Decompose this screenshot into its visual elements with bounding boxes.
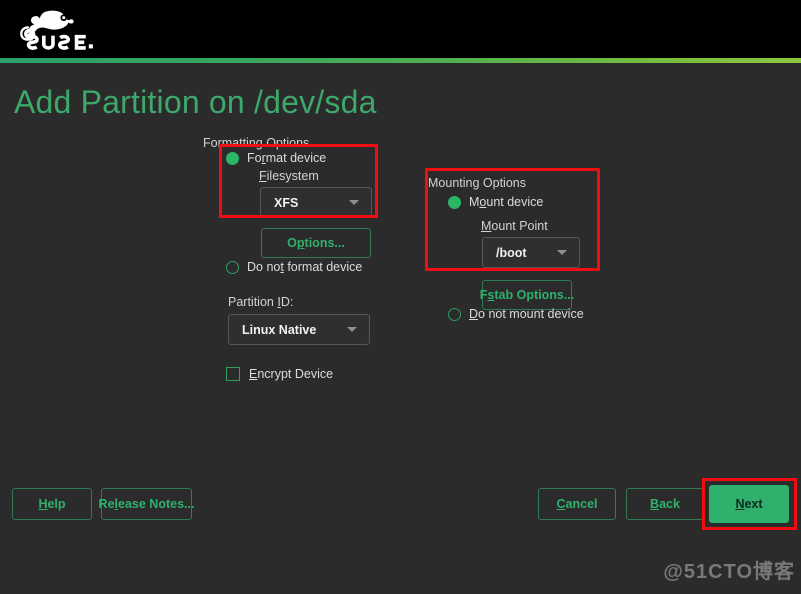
encrypt-device-checkbox[interactable]: Encrypt Device xyxy=(226,367,333,381)
mount-point-combobox[interactable]: /boot xyxy=(482,237,580,268)
title-area: Add Partition on /dev/sda xyxy=(0,63,801,135)
footer-button-bar: Help Re l ease Notes... Cancel Back Next xyxy=(0,478,801,594)
filesystem-label: Filesystem xyxy=(259,169,319,183)
chevron-down-icon xyxy=(349,200,359,205)
radio-mount-device[interactable]: Mount device xyxy=(448,195,543,209)
back-button[interactable]: Back xyxy=(626,488,704,520)
partition-id-combobox[interactable]: Linux Native xyxy=(228,314,370,345)
radio-mount-device-label: Mount device xyxy=(469,195,544,209)
filesystem-value: XFS xyxy=(274,195,299,210)
app-header xyxy=(0,0,801,58)
help-button[interactable]: Help xyxy=(12,488,92,520)
radio-do-not-format-device-label: Do not format device xyxy=(247,260,363,274)
chevron-down-icon xyxy=(347,327,357,332)
radio-do-not-mount-device-indicator xyxy=(448,307,461,321)
fstab-options-button[interactable]: Fs tab Options... xyxy=(480,280,574,310)
encrypt-device-checkbox-indicator xyxy=(226,367,240,381)
partition-id-value: Linux Native xyxy=(242,322,317,337)
radio-do-not-format-device-indicator xyxy=(226,260,239,274)
radio-do-not-format-device[interactable]: Do not format device xyxy=(226,260,362,274)
filesystem-combobox[interactable]: XFS xyxy=(260,187,372,218)
radio-format-device-label: Format device xyxy=(247,151,327,165)
radio-mount-device-indicator xyxy=(448,195,461,209)
formatting-options-group-label: Formatting Options xyxy=(203,136,310,150)
chevron-down-icon xyxy=(557,250,567,255)
page-title: Add Partition on /dev/sda xyxy=(14,84,377,120)
encrypt-device-label: Encrypt Device xyxy=(249,367,334,381)
suse-logo xyxy=(12,8,94,52)
radio-format-device-indicator xyxy=(226,151,239,165)
main-content: Formatting Options Format device Filesys… xyxy=(0,135,801,539)
format-options-button[interactable]: Op tions... xyxy=(261,228,371,258)
radio-do-not-mount-device-label: Do not mount device xyxy=(469,307,584,321)
partition-id-label: Partition ID: xyxy=(228,295,294,309)
radio-do-not-mount-device[interactable]: Do not mount device xyxy=(448,307,584,321)
mount-point-value: /boot xyxy=(496,245,527,260)
cancel-button[interactable]: Cancel xyxy=(538,488,616,520)
release-notes-button[interactable]: Re l ease Notes... xyxy=(99,488,194,520)
mount-point-label: Mount Point xyxy=(481,219,548,233)
radio-format-device[interactable]: Format device xyxy=(226,151,326,165)
next-button[interactable]: Next xyxy=(709,485,789,523)
mounting-options-group-label: Mounting Options xyxy=(428,176,526,190)
